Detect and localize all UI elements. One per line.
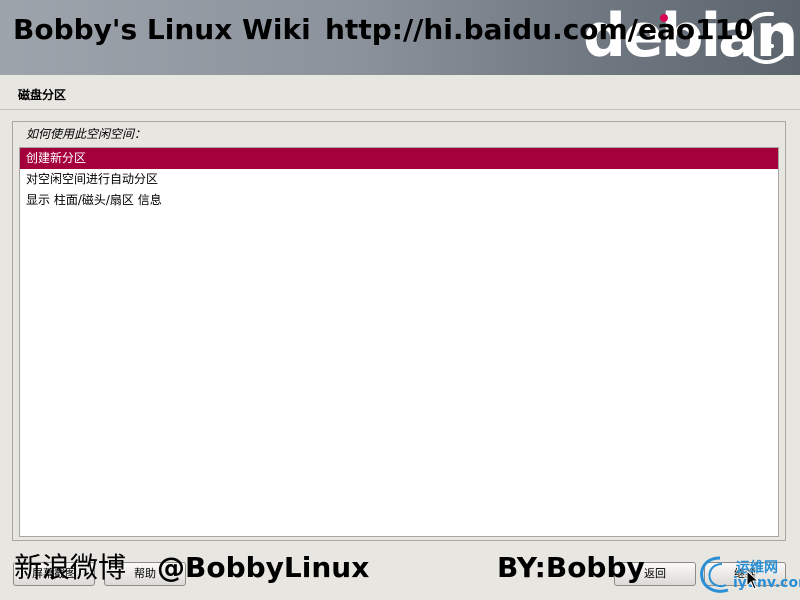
page-title: 磁盘分区 — [18, 88, 67, 102]
watermark-handle: @BobbyLinux — [157, 551, 370, 584]
mouse-pointer-icon — [746, 570, 760, 590]
list-item-create-partition[interactable]: 创建新分区 — [20, 148, 778, 169]
question-label: 如何使用此空闲空间： — [26, 127, 147, 141]
option-list[interactable]: 创建新分区 对空闲空间进行自动分区 显示 柱面/磁头/扇区 信息 — [19, 147, 779, 537]
watermark-site-en: iyunv.com — [733, 575, 800, 591]
installer-banner: debian Bobby's Linux Wiki http://hi.baid… — [0, 0, 800, 75]
watermark-weibo: 新浪微博 — [14, 551, 127, 584]
list-item-show-chs-info[interactable]: 显示 柱面/磁头/扇区 信息 — [20, 190, 778, 211]
header-divider — [0, 109, 800, 110]
watermark-url: http://hi.baidu.com/eao110 — [325, 13, 754, 46]
watermark-author: BY:Bobby — [497, 551, 645, 584]
watermark-wiki-title: Bobby's Linux Wiki — [13, 13, 311, 46]
list-item-auto-partition[interactable]: 对空闲空间进行自动分区 — [20, 169, 778, 190]
